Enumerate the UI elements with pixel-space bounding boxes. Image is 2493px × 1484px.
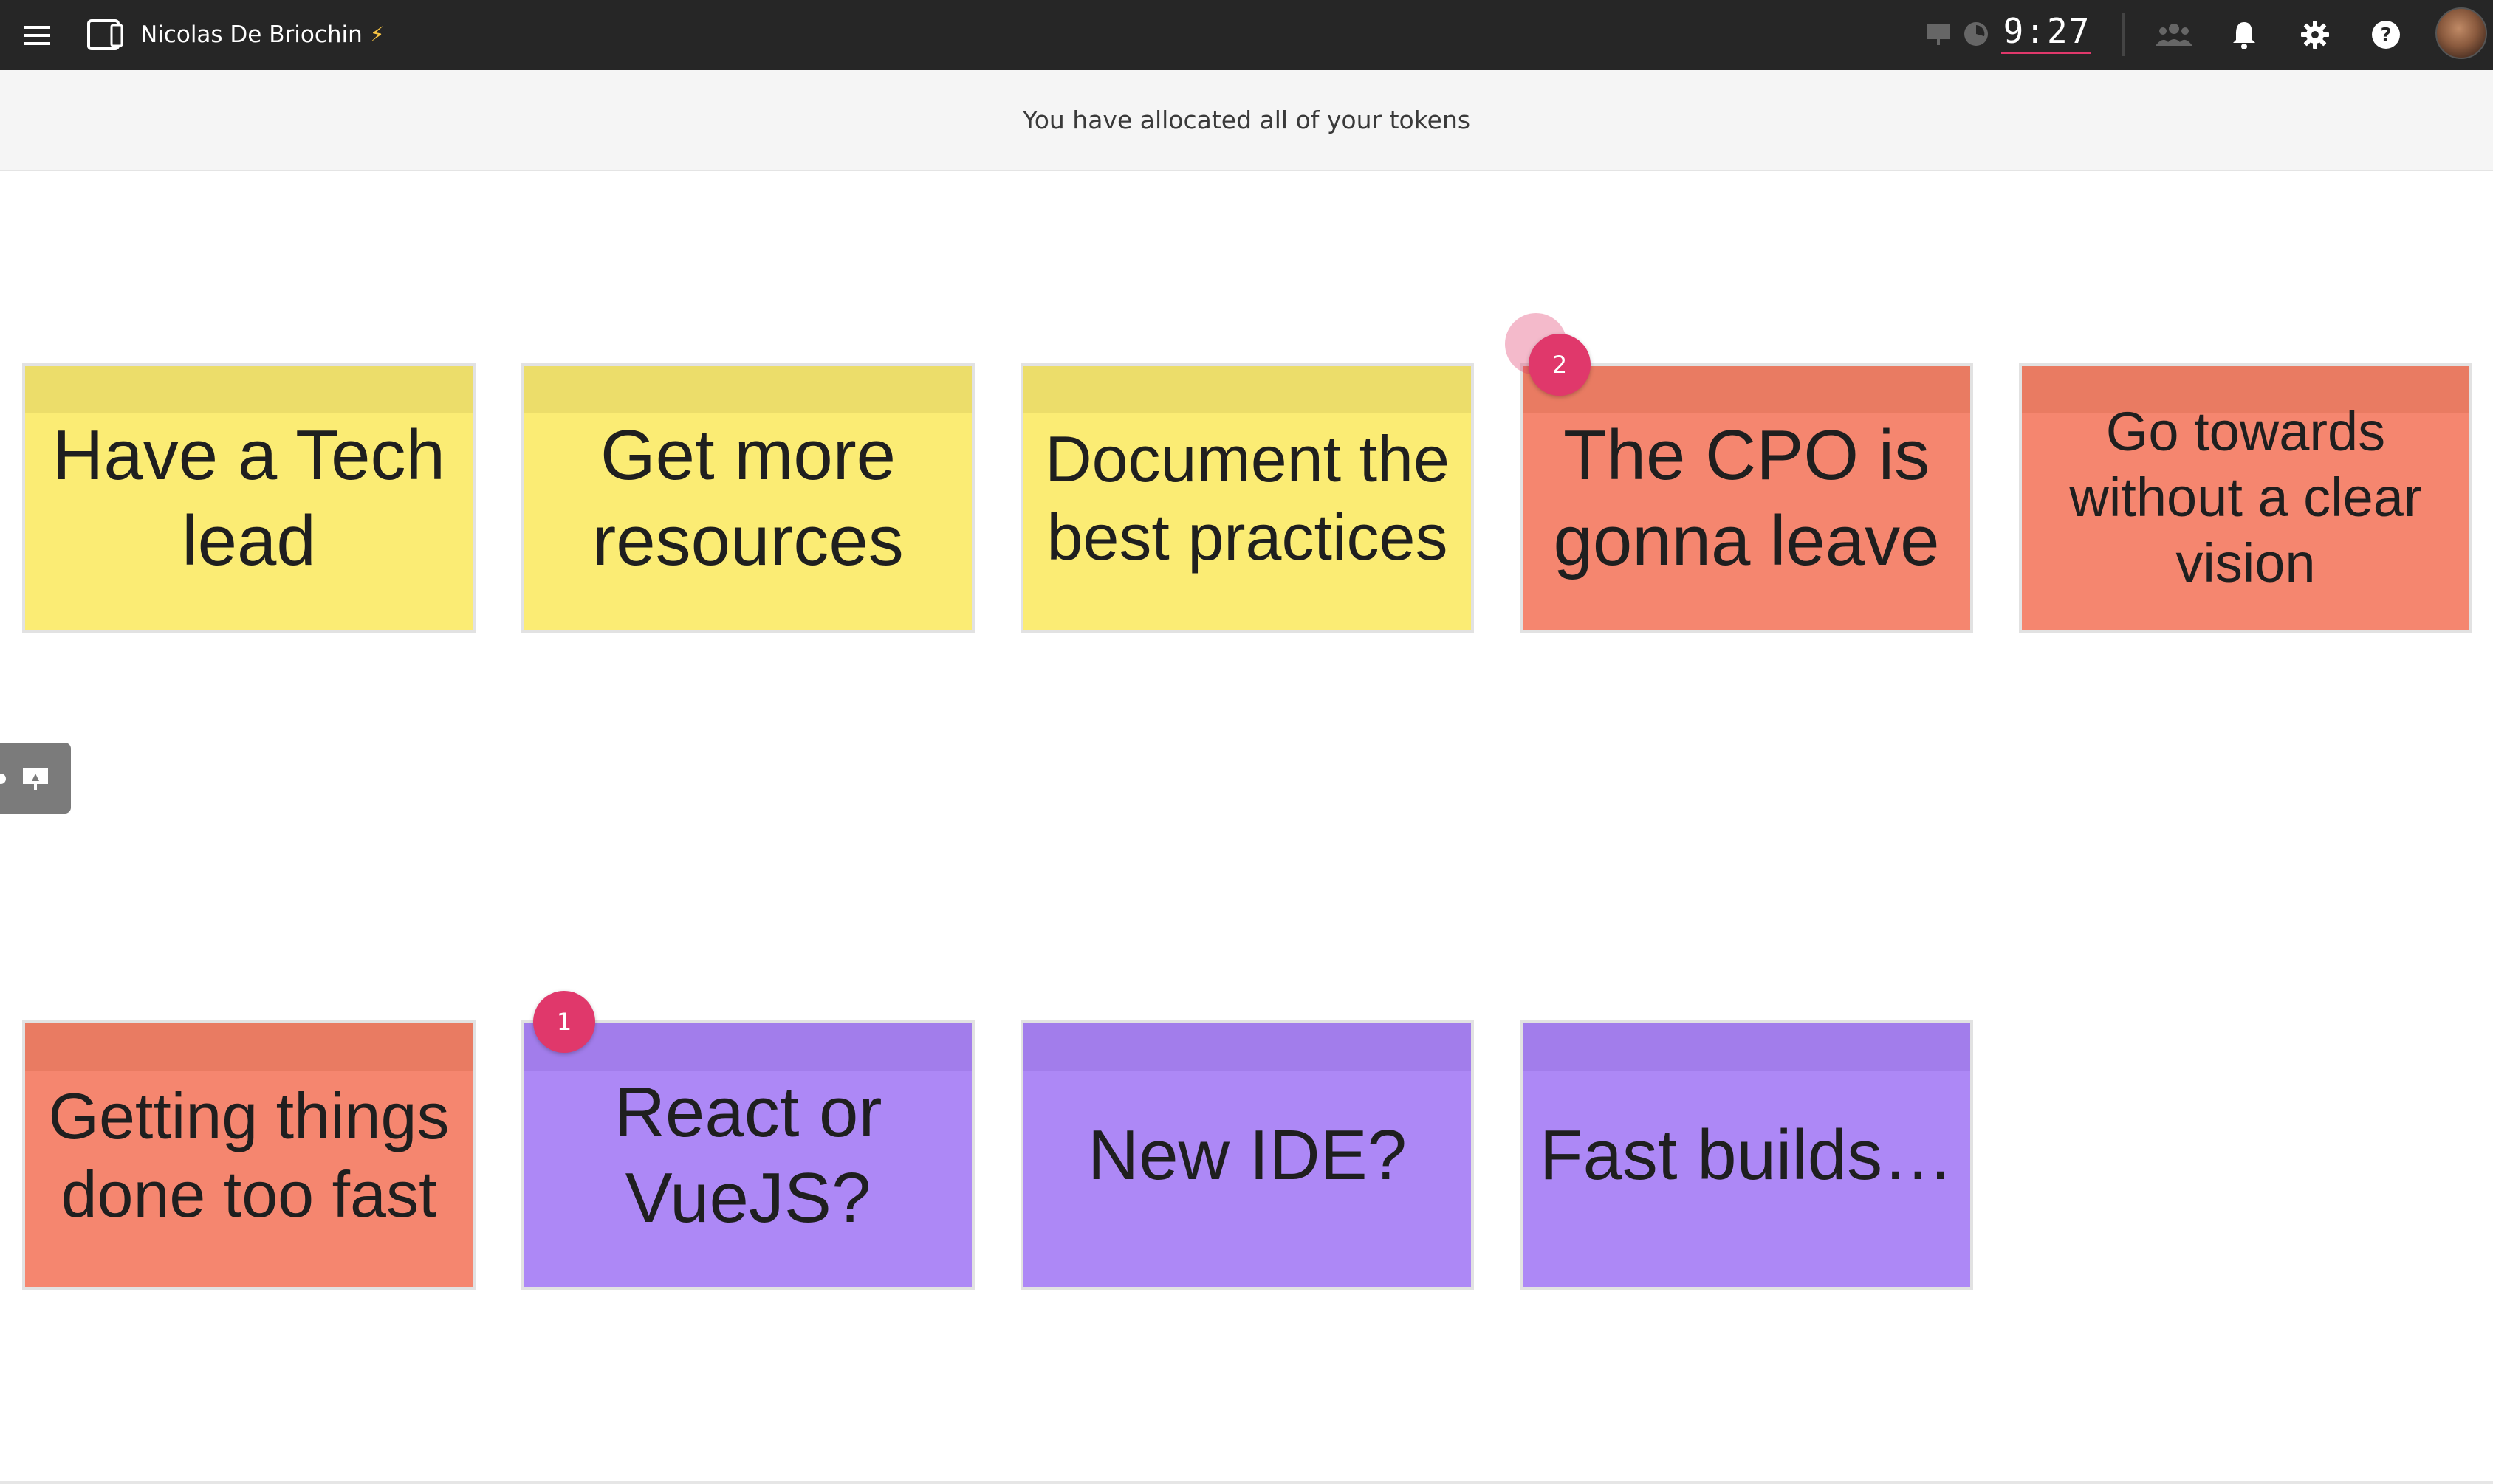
sticky-note[interactable]: Document the best practices bbox=[1021, 363, 1474, 633]
note-text: Getting things done too fast bbox=[48, 1079, 450, 1231]
help-icon[interactable]: ? bbox=[2369, 18, 2403, 52]
note-text: Get more resources bbox=[592, 416, 904, 580]
tablet-icon[interactable] bbox=[86, 16, 126, 53]
banner-message: You have allocated all of your tokens bbox=[1022, 106, 1471, 134]
sticky-note[interactable]: Getting things done too fast bbox=[22, 1020, 476, 1290]
token-banner: You have allocated all of your tokens bbox=[0, 70, 2493, 171]
sticky-note[interactable]: New IDE? bbox=[1021, 1020, 1474, 1290]
presenter-icon[interactable] bbox=[1924, 21, 1952, 49]
participants-icon[interactable] bbox=[2153, 19, 2195, 50]
user-name-label: Nicolas De Briochin bbox=[140, 21, 363, 48]
top-bar: Nicolas De Briochin ⚡ 9:27 ? bbox=[0, 0, 2493, 70]
note-text: The CPO is gonna leave bbox=[1553, 416, 1940, 580]
divider bbox=[2122, 13, 2125, 56]
sticky-note[interactable]: Get more resources bbox=[521, 363, 975, 633]
presenter-icon bbox=[23, 768, 48, 790]
user-name[interactable]: Nicolas De Briochin ⚡ bbox=[140, 18, 384, 52]
bottom-border bbox=[0, 1481, 2493, 1484]
menu-icon[interactable] bbox=[21, 21, 53, 50]
sticky-note[interactable]: Go towards without a clear vision bbox=[2019, 363, 2472, 633]
side-dot bbox=[0, 774, 6, 784]
note-text: Fast builds… bbox=[1539, 1115, 1954, 1195]
bell-icon[interactable] bbox=[2229, 18, 2260, 52]
note-text: React or VueJS? bbox=[614, 1073, 882, 1237]
sticky-note[interactable]: Fast builds… bbox=[1520, 1020, 1973, 1290]
clock-icon[interactable] bbox=[1961, 19, 1991, 49]
note-text: New IDE? bbox=[1087, 1115, 1407, 1195]
timer-progress bbox=[2001, 52, 2091, 54]
avatar[interactable] bbox=[2435, 7, 2487, 59]
vote-badge[interactable]: 2 bbox=[1529, 334, 1591, 396]
presentation-toggle[interactable] bbox=[0, 743, 71, 814]
note-text: Have a Tech lead bbox=[52, 416, 445, 580]
note-text: Go towards without a clear vision bbox=[2069, 401, 2422, 594]
timer-display[interactable]: 9:27 bbox=[2003, 12, 2091, 53]
vote-badge[interactable]: 1 bbox=[533, 991, 595, 1053]
sticky-note[interactable]: The CPO is gonna leave bbox=[1520, 363, 1973, 633]
gear-icon[interactable] bbox=[2298, 18, 2332, 52]
lightning-bolt-icon: ⚡ bbox=[369, 22, 385, 47]
note-text: Document the best practices bbox=[1045, 422, 1450, 574]
svg-text:?: ? bbox=[2380, 24, 2391, 47]
sticky-note[interactable]: Have a Tech lead bbox=[22, 363, 476, 633]
sticky-note[interactable]: React or VueJS? bbox=[521, 1020, 975, 1290]
